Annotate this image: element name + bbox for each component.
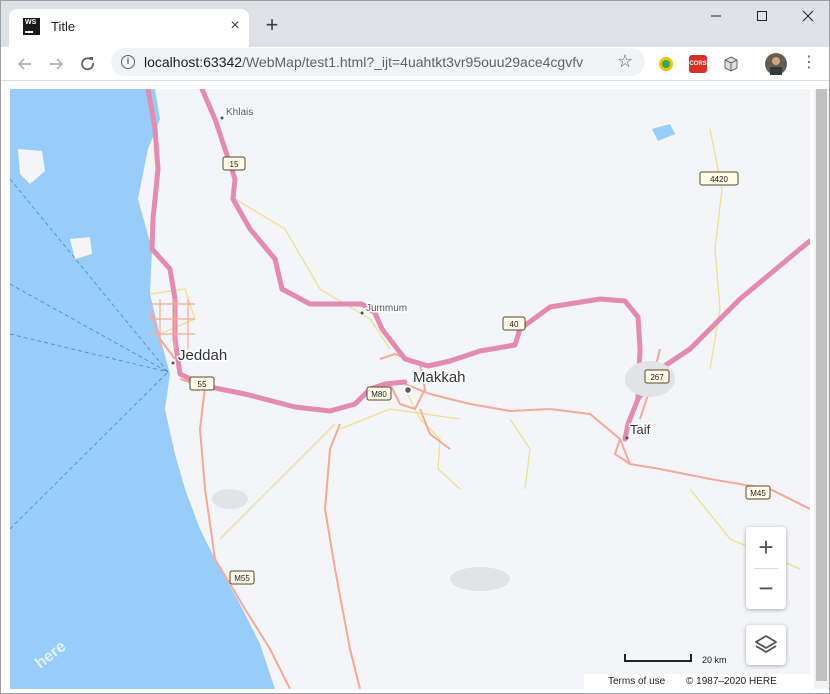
tab-close-icon[interactable]: ×	[226, 18, 244, 36]
road-shield-m55: M55	[229, 570, 255, 585]
profile-avatar-icon[interactable]	[765, 53, 787, 75]
scale-bar	[624, 654, 692, 662]
address-bar[interactable]: i localhost:63342/WebMap/test1.html?_ijt…	[111, 48, 645, 76]
svg-text:40: 40	[510, 320, 519, 329]
close-window-button[interactable]	[785, 1, 830, 31]
new-tab-icon[interactable]: +	[261, 14, 283, 37]
scale-label: 20 km	[702, 655, 727, 665]
city-label-khlais: Khlais	[226, 107, 253, 118]
map-viewport[interactable]: Jeddah Makkah Taif Khlais Jummum 15 4420…	[10, 89, 810, 689]
url-text[interactable]: localhost:63342/WebMap/test1.html?_ijt=4…	[144, 54, 583, 70]
browser-tab[interactable]: WS Title ×	[9, 9, 249, 47]
browser-window: WS Title × + i localhost:63342/WebMap/te…	[0, 0, 830, 694]
road-shield-267: 267	[644, 369, 670, 384]
map-canvas[interactable]: Jeddah Makkah Taif Khlais Jummum 15 4420…	[10, 89, 810, 689]
bookmark-star-icon[interactable]: ☆	[617, 52, 633, 70]
browser-toolbar: i localhost:63342/WebMap/test1.html?_ijt…	[1, 47, 829, 81]
svg-text:M45: M45	[750, 489, 766, 498]
zoom-out-button[interactable]: −	[746, 568, 786, 609]
back-button[interactable]	[13, 52, 37, 76]
road-shield-15: 15	[222, 156, 246, 171]
map-footer: Terms of use © 1987–2020 HERE	[584, 674, 810, 689]
maximize-button[interactable]	[739, 1, 785, 31]
road-shield-55: 55	[189, 376, 215, 391]
svg-text:M55: M55	[234, 574, 250, 583]
city-label-makkah: Makkah	[413, 369, 466, 386]
close-icon	[802, 10, 814, 22]
minimize-button[interactable]	[693, 1, 739, 31]
city-label-jummum: Jummum	[366, 303, 407, 314]
jeddah-marker	[171, 361, 175, 365]
page-scrollbar[interactable]	[814, 89, 829, 689]
arrow-left-icon	[17, 58, 31, 70]
menu-dots-icon[interactable]: ⋮	[801, 54, 817, 72]
svg-text:M80: M80	[371, 390, 387, 399]
map-layers-button[interactable]	[746, 625, 786, 665]
road-shield-40: 40	[502, 316, 526, 331]
url-host: localhost:63342	[144, 54, 243, 70]
forward-button[interactable]	[44, 52, 68, 76]
city-label-jeddah: Jeddah	[178, 347, 227, 364]
svg-text:15: 15	[230, 160, 239, 169]
arrow-right-icon	[50, 58, 64, 70]
reload-button[interactable]	[76, 52, 100, 76]
svg-text:267: 267	[650, 373, 664, 382]
svg-text:4420: 4420	[710, 175, 728, 184]
zoom-control: + −	[746, 527, 786, 609]
url-path: /WebMap/test1.html?_ijt=4uahtkt3vr95ouu2…	[242, 54, 584, 70]
cors-extension-icon[interactable]: CORS	[689, 55, 707, 73]
layers-icon	[755, 635, 777, 653]
extension-cube-icon[interactable]	[722, 55, 740, 73]
road-shield-4420: 4420	[699, 171, 739, 186]
webstorm-favicon-icon: WS	[23, 18, 40, 35]
khlais-marker	[220, 116, 224, 120]
minimize-icon	[711, 15, 721, 17]
makkah-marker	[403, 385, 413, 395]
copyright-text: © 1987–2020 HERE	[686, 676, 777, 687]
reload-icon	[81, 57, 94, 71]
road-shield-m45: M45	[745, 485, 771, 500]
zoom-in-button[interactable]: +	[746, 527, 786, 568]
tab-title: Title	[51, 19, 76, 34]
tab-strip: WS Title × +	[1, 1, 829, 47]
road-shield-m80: M80	[366, 386, 392, 401]
maximize-icon	[757, 11, 767, 21]
taif-marker	[625, 436, 629, 440]
scrollbar-thumb[interactable]	[816, 89, 827, 681]
extension-green-icon[interactable]	[657, 55, 675, 73]
city-label-taif: Taif	[630, 422, 651, 437]
terms-of-use-link[interactable]: Terms of use	[608, 676, 665, 687]
info-icon[interactable]: i	[121, 55, 135, 69]
svg-text:55: 55	[198, 380, 207, 389]
jummum-marker	[360, 311, 364, 315]
